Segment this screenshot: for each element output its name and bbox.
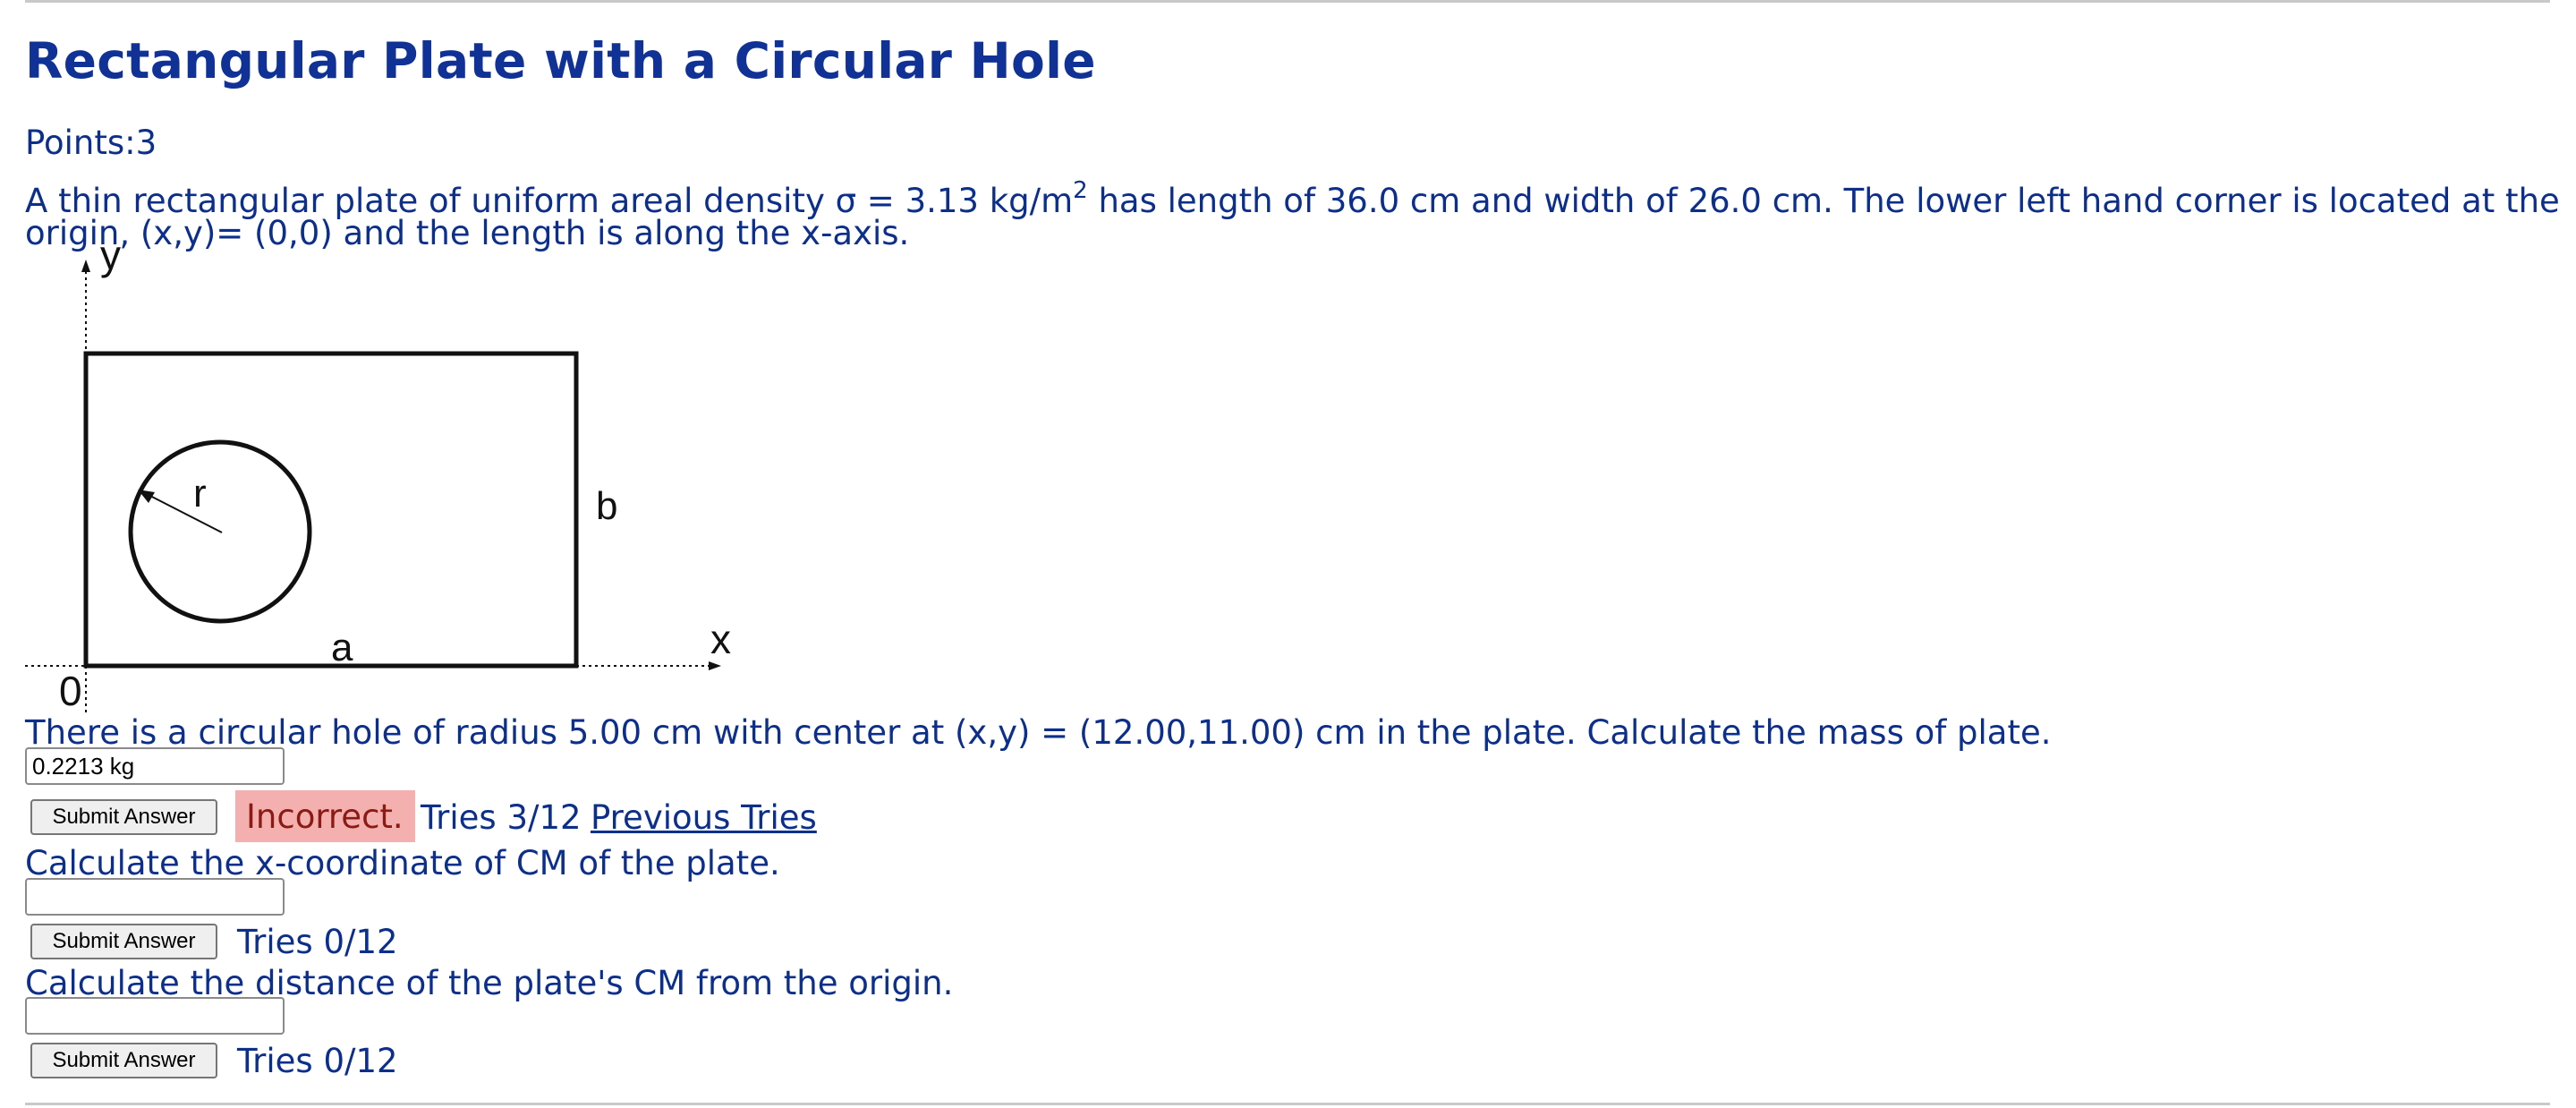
question-2-prompt: Calculate the x-coordinate of CM of the … (25, 844, 780, 882)
question-3-tries: Tries 0/12 (237, 1042, 398, 1080)
points-label: Points:3 (25, 124, 157, 162)
bottom-divider (25, 1103, 2550, 1105)
top-divider (25, 0, 2550, 3)
question-2-tries: Tries 0/12 (237, 923, 398, 961)
height-label: b (596, 484, 617, 528)
problem-title: Rectangular Plate with a Circular Hole (25, 32, 1096, 89)
x-axis-arrowhead (709, 661, 721, 670)
question-1-submit-button[interactable]: Submit Answer (30, 799, 217, 835)
plate-rectangle (83, 351, 579, 669)
origin-label: 0 (59, 668, 82, 714)
question-1-answer-input[interactable] (25, 747, 285, 785)
plate-diagram: y x 0 r b a (25, 240, 731, 714)
radius-line (146, 493, 223, 533)
length-label: a (331, 626, 353, 669)
question-2-submit-button[interactable]: Submit Answer (30, 924, 217, 959)
question-3-answer-input[interactable] (25, 997, 285, 1035)
question-1-prompt: There is a circular hole of radius 5.00 … (25, 713, 2052, 752)
radius-label: r (193, 472, 207, 516)
question-1-tries: Tries 3/12 (421, 798, 582, 837)
problem-statement-exponent: 2 (1073, 177, 1088, 204)
question-1-previous-tries-link[interactable]: Previous Tries (591, 798, 817, 837)
question-2-answer-input[interactable] (25, 878, 285, 916)
question-3-submit-button[interactable]: Submit Answer (30, 1043, 217, 1078)
problem-statement-part2: has length of 36.0 cm and width of 26.0 … (1087, 182, 2560, 220)
x-axis-label: x (710, 616, 731, 662)
y-axis-label: y (100, 240, 121, 278)
question-1-status-badge: Incorrect. (235, 790, 415, 842)
y-axis-arrowhead (81, 260, 90, 272)
